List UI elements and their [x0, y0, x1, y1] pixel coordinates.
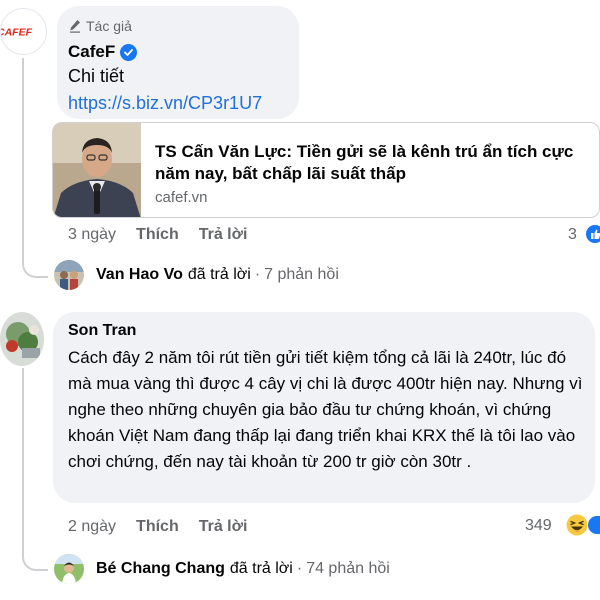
cafef-logo: CAFEF: [0, 27, 33, 38]
comment-actions-son-tran: 2 ngày Thích Trả lời: [68, 518, 247, 536]
reply-text: đã trả lời: [229, 560, 293, 577]
preview-domain: cafef.vn: [155, 189, 208, 206]
thread-line-cafef: [22, 58, 24, 253]
comment-bubble-son-tran: Son Tran Cách đây 2 năm tôi rút tiền gửi…: [53, 312, 595, 503]
thread-corner-son-reply: [22, 543, 48, 571]
reply-summary-son-tran[interactable]: Bé Chang Chang đã trả lời · 74 phản hồi: [54, 554, 390, 584]
cafef-avatar[interactable]: CAFEF: [0, 8, 47, 55]
reply-avatar[interactable]: [54, 554, 84, 584]
reply-avatar[interactable]: [54, 260, 84, 290]
preview-title[interactable]: TS Cấn Văn Lực: Tiền gửi sẽ là kênh trú …: [155, 141, 595, 185]
reply-count[interactable]: 74 phản hồi: [306, 560, 390, 578]
thread-corner-cafef-reply: [22, 250, 48, 278]
reaction-count[interactable]: 349: [525, 517, 552, 535]
reply-button[interactable]: Trả lời: [199, 226, 248, 244]
son-tran-avatar[interactable]: [0, 312, 44, 366]
preview-thumbnail[interactable]: [53, 123, 141, 217]
like-reaction-icon: [588, 516, 600, 534]
reply-summary-cafef[interactable]: Van Hao Vo đã trả lời · 7 phản hồi: [54, 260, 339, 290]
pen-icon: [70, 20, 80, 33]
svg-text:CAFEF: CAFEF: [0, 27, 33, 38]
comment-time[interactable]: 3 ngày: [68, 226, 116, 244]
reaction-count[interactable]: 3: [568, 226, 577, 244]
reply-button[interactable]: Trả lời: [199, 518, 248, 536]
reply-author[interactable]: Van Hao Vo: [96, 266, 183, 284]
thread-line-son: [22, 368, 24, 546]
like-button[interactable]: Thích: [136, 226, 179, 244]
comment-actions-cafef: 3 ngày Thích Trả lời: [68, 226, 247, 244]
comment-bubble-cafef: Tác giả CafeF Chi tiết https://s.biz.vn/…: [57, 6, 299, 119]
reply-separator: ·: [254, 266, 261, 283]
link-preview-card[interactable]: TS Cấn Văn Lực: Tiền gửi sẽ là kênh trú …: [52, 122, 600, 218]
reply-separator: ·: [296, 560, 303, 577]
reply-text: đã trả lời: [187, 266, 251, 283]
author-tag: Tác giả: [69, 18, 132, 34]
haha-reaction-icon: [566, 514, 588, 536]
like-reaction-icon: [586, 225, 600, 243]
comment-link[interactable]: https://s.biz.vn/CP3r1U7: [68, 93, 262, 114]
reply-author[interactable]: Bé Chang Chang: [96, 560, 225, 578]
author-name-label[interactable]: CafeF: [68, 42, 115, 62]
comment-text-cafef: Chi tiết: [68, 66, 125, 86]
author-tag-label: Tác giả: [86, 18, 132, 34]
comment-author-cafef[interactable]: CafeF: [68, 42, 138, 62]
comment-text-son-tran: Cách đây 2 năm tôi rút tiền gửi tiết kiệ…: [68, 348, 583, 471]
comment-author-son-tran[interactable]: Son Tran: [68, 322, 136, 340]
comment-time[interactable]: 2 ngày: [68, 518, 116, 536]
like-button[interactable]: Thích: [136, 518, 179, 536]
verified-badge-icon: [120, 43, 138, 61]
reply-count[interactable]: 7 phản hồi: [264, 266, 339, 284]
